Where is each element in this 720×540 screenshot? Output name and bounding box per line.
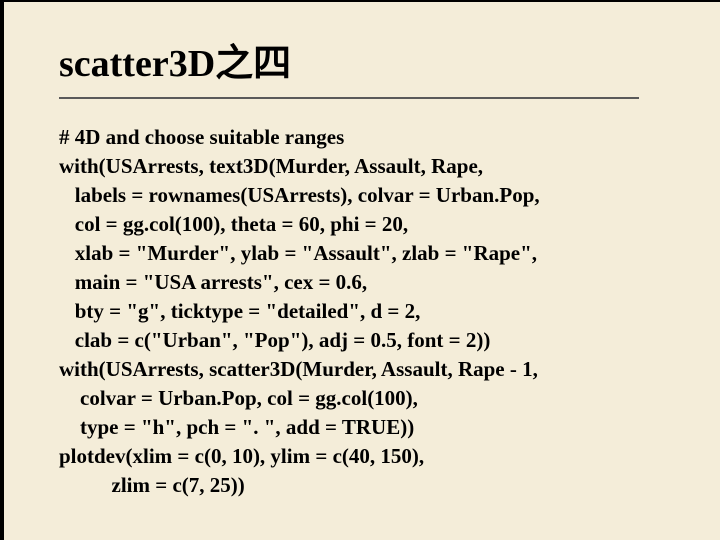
slide-container: scatter3D之四 # 4D and choose suitable ran… [4, 2, 720, 520]
code-line: plotdev(xlim = c(0, 10), ylim = c(40, 15… [59, 442, 665, 471]
code-line: with(USArrests, scatter3D(Murder, Assaul… [59, 355, 665, 384]
code-line: labels = rownames(USArrests), colvar = U… [59, 181, 665, 210]
code-line: with(USArrests, text3D(Murder, Assault, … [59, 152, 665, 181]
code-line: zlim = c(7, 25)) [59, 471, 665, 500]
code-line: col = gg.col(100), theta = 60, phi = 20, [59, 210, 665, 239]
code-line: xlab = "Murder", ylab = "Assault", zlab … [59, 239, 665, 268]
code-line: bty = "g", ticktype = "detailed", d = 2, [59, 297, 665, 326]
slide-title: scatter3D之四 [59, 32, 665, 87]
code-line: colvar = Urban.Pop, col = gg.col(100), [59, 384, 665, 413]
title-divider [59, 97, 639, 99]
code-line: clab = c("Urban", "Pop"), adj = 0.5, fon… [59, 326, 665, 355]
code-line: # 4D and choose suitable ranges [59, 123, 665, 152]
code-line: type = "h", pch = ". ", add = TRUE)) [59, 413, 665, 442]
code-line: main = "USA arrests", cex = 0.6, [59, 268, 665, 297]
code-block: # 4D and choose suitable ranges with(USA… [59, 123, 665, 500]
